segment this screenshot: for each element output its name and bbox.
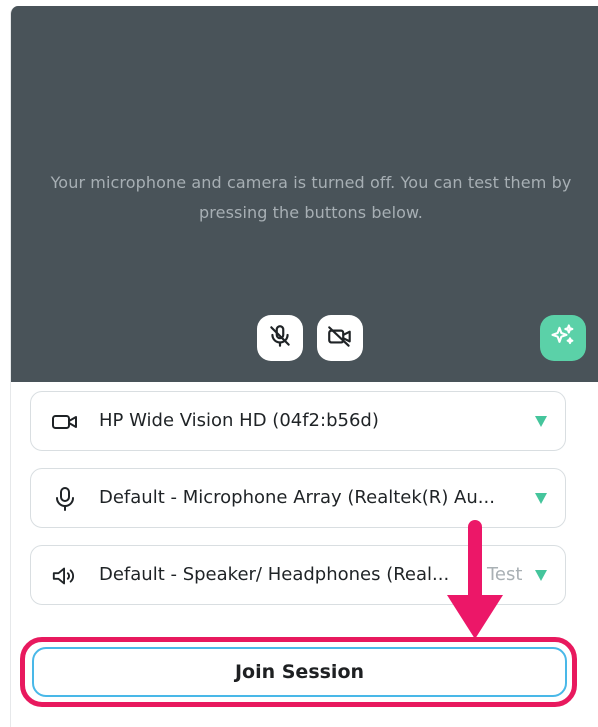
mic-toggle-button[interactable] bbox=[257, 315, 303, 361]
video-camera-icon bbox=[51, 409, 79, 435]
speaker-test-button[interactable]: Test bbox=[487, 564, 522, 585]
camera-select[interactable]: HP Wide Vision HD (04f2:b56d) bbox=[30, 391, 566, 451]
camera-toggle-button[interactable] bbox=[317, 315, 363, 361]
triangle-down-icon bbox=[535, 493, 547, 504]
left-strip bbox=[0, 0, 10, 727]
camera-select-value: HP Wide Vision HD (04f2:b56d) bbox=[99, 410, 379, 431]
annotation-arrow-head bbox=[447, 595, 503, 639]
mic-off-icon bbox=[267, 323, 293, 353]
microphone-icon bbox=[51, 486, 79, 512]
camera-preview: Your microphone and camera is turned off… bbox=[11, 6, 598, 382]
annotation-arrow-shaft bbox=[468, 520, 482, 606]
sparkles-icon bbox=[549, 322, 577, 354]
camera-off-icon bbox=[326, 323, 354, 353]
join-session-button[interactable]: Join Session bbox=[32, 647, 567, 697]
preview-message: Your microphone and camera is turned off… bbox=[50, 173, 572, 222]
speaker-select-value: Default - Speaker/ Headphones (Real... bbox=[99, 564, 450, 585]
microphone-select[interactable]: Default - Microphone Array (Realtek(R) A… bbox=[30, 468, 566, 528]
triangle-down-icon bbox=[535, 416, 547, 427]
speaker-icon bbox=[51, 563, 79, 589]
triangle-down-icon bbox=[535, 570, 547, 581]
microphone-select-value: Default - Microphone Array (Realtek(R) A… bbox=[99, 487, 495, 508]
session-setup-panel: Your microphone and camera is turned off… bbox=[10, 6, 598, 727]
effects-button[interactable] bbox=[540, 315, 586, 361]
